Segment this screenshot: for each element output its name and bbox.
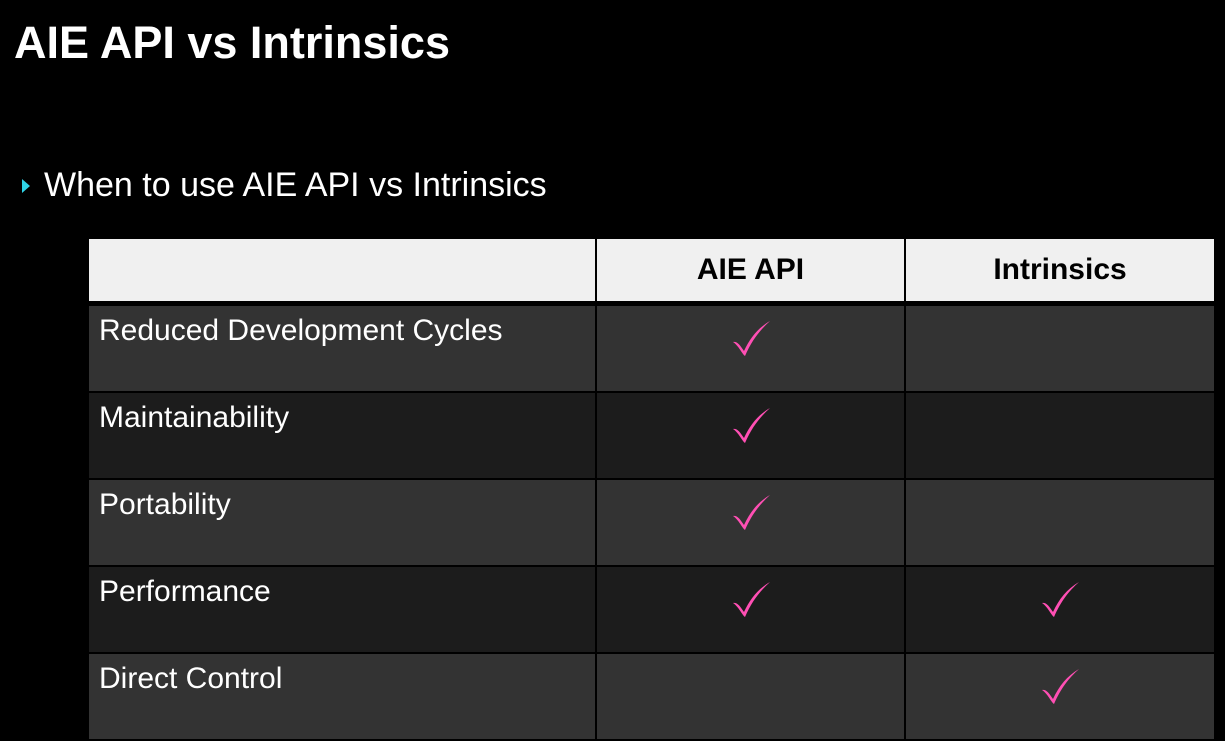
table-row: Reduced Development Cycles <box>87 302 1216 393</box>
cell-aie-api <box>595 652 906 741</box>
cell-aie-api <box>595 565 906 654</box>
cell-aie-api <box>595 478 906 567</box>
checkmark-icon <box>730 405 772 445</box>
cell-aie-api <box>595 302 906 393</box>
cell-intrinsics <box>904 302 1216 393</box>
row-label: Direct Control <box>87 652 597 741</box>
cell-intrinsics <box>904 391 1216 480</box>
header-cell-empty <box>87 237 597 306</box>
row-label: Portability <box>87 478 597 567</box>
table-row: Maintainability <box>87 391 1216 480</box>
checkmark-icon <box>730 579 772 619</box>
row-label: Reduced Development Cycles <box>87 302 597 393</box>
row-label: Maintainability <box>87 391 597 480</box>
table-header-row: AIE API Intrinsics <box>87 237 1216 306</box>
comparison-table: AIE API Intrinsics Reduced Development C… <box>87 237 1216 741</box>
cell-intrinsics <box>904 565 1216 654</box>
cell-intrinsics <box>904 652 1216 741</box>
checkmark-icon <box>730 492 772 532</box>
triangle-right-icon <box>22 179 30 194</box>
checkmark-icon <box>730 318 772 358</box>
bullet-text: When to use AIE API vs Intrinsics <box>44 166 547 204</box>
slide-title: AIE API vs Intrinsics <box>14 17 450 68</box>
checkmark-icon <box>1039 666 1081 706</box>
bullet-point: When to use AIE API vs Intrinsics <box>22 165 547 206</box>
header-cell-intrinsics: Intrinsics <box>904 237 1216 306</box>
checkmark-icon <box>1039 579 1081 619</box>
header-cell-aie-api: AIE API <box>595 237 906 306</box>
table-row: Portability <box>87 478 1216 567</box>
row-label: Performance <box>87 565 597 654</box>
cell-intrinsics <box>904 478 1216 567</box>
cell-aie-api <box>595 391 906 480</box>
table-row: Performance <box>87 565 1216 654</box>
table-row: Direct Control <box>87 652 1216 741</box>
